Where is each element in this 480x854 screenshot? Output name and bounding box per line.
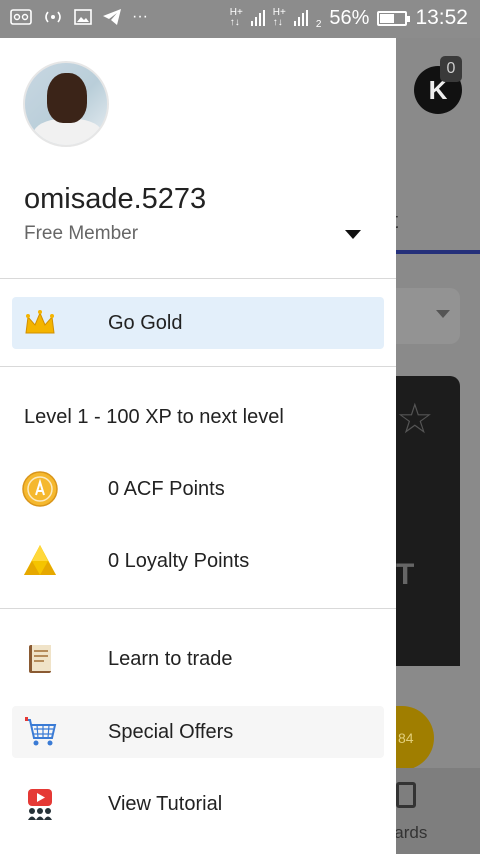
divider — [0, 366, 396, 367]
more-icon: ··· — [132, 8, 148, 25]
image-icon — [74, 9, 92, 25]
rewards-icon[interactable] — [396, 782, 416, 808]
navigation-drawer: omisade.5273 Free Member Go Gold Level 1… — [0, 38, 396, 854]
voicemail-icon — [10, 9, 32, 25]
loyalty-points-item[interactable]: 0 Loyalty Points — [12, 535, 384, 587]
battery-fill — [380, 13, 394, 23]
loyalty-triangle-icon — [24, 545, 56, 575]
acf-points-label: 0 ACF Points — [108, 478, 225, 500]
network-indicator-1: H+ ↑↓ — [229, 7, 243, 28]
cart-icon — [25, 717, 57, 746]
chevron-down-icon — [436, 310, 450, 318]
account-dropdown-icon[interactable] — [345, 230, 361, 239]
go-gold-button[interactable]: Go Gold — [12, 297, 384, 349]
special-offers-label: Special Offers — [108, 721, 234, 743]
rewards-label[interactable]: wards — [396, 823, 427, 843]
signal-icon — [250, 10, 265, 26]
acf-points-item[interactable]: 0 ACF Points — [12, 463, 384, 515]
crown-icon — [25, 310, 55, 334]
background-select[interactable] — [396, 288, 460, 344]
telegram-icon — [103, 9, 121, 25]
signal-icon-2 — [293, 10, 308, 26]
notification-badge: 0 — [440, 56, 462, 82]
divider — [0, 608, 396, 609]
view-tutorial-label: View Tutorial — [108, 793, 223, 815]
tab-indicator — [396, 250, 480, 254]
battery-percent: 56% — [329, 6, 370, 29]
status-bar: ··· H+ ↑↓ H+ ↑↓ 2 56% 13:52 — [0, 0, 480, 38]
member-type: Free Member — [24, 223, 139, 244]
go-gold-label: Go Gold — [108, 312, 183, 334]
sim-indicator: 2 — [315, 19, 322, 30]
battery-icon — [377, 10, 411, 26]
learn-to-trade-label: Learn to trade — [108, 648, 233, 670]
loyalty-points-label: 0 Loyalty Points — [108, 550, 250, 572]
status-right: H+ ↑↓ H+ ↑↓ 2 56% 13:52 — [230, 6, 468, 30]
tutorial-icon — [28, 789, 52, 820]
background-tab-label[interactable]: t — [396, 208, 398, 234]
avatar[interactable] — [23, 61, 109, 147]
book-icon — [29, 645, 51, 673]
hotspot-icon — [45, 11, 61, 23]
star-icon: ☆ — [396, 395, 434, 442]
divider — [0, 278, 396, 279]
learn-to-trade-item[interactable]: Learn to trade — [12, 633, 384, 685]
network-indicator-2: H+ ↑↓ — [272, 7, 286, 28]
clock: 13:52 — [415, 6, 468, 29]
background-card-text: T — [396, 558, 415, 591]
background-coin: 84 — [396, 706, 434, 770]
acf-coin-icon — [22, 471, 58, 507]
view-tutorial-item[interactable]: View Tutorial — [12, 778, 384, 830]
username: omisade.5273 — [24, 183, 207, 215]
level-progress-text: Level 1 - 100 XP to next level — [24, 406, 284, 428]
background-app: K 0 t ☆ T 84 wards — [396, 38, 480, 854]
status-left-icons: ··· — [10, 8, 148, 26]
special-offers-item[interactable]: Special Offers — [12, 706, 384, 758]
